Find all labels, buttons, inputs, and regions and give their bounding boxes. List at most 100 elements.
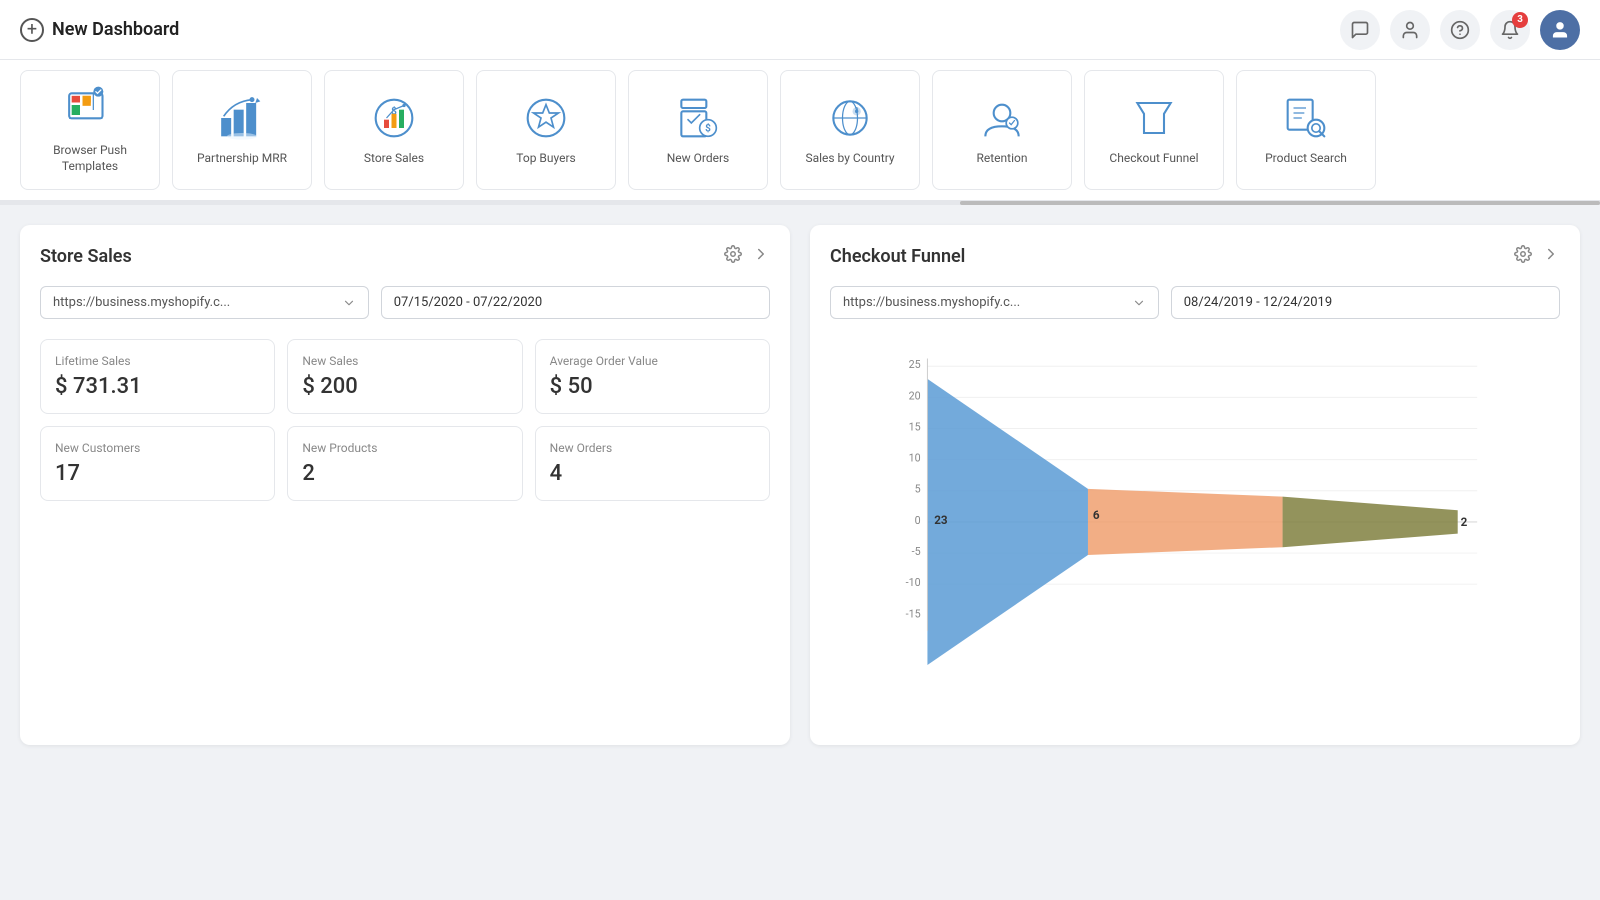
widget-sales-by-country[interactable]: Sales by Country bbox=[780, 70, 920, 190]
chevron-down-icon bbox=[342, 296, 356, 310]
widget-product-search[interactable]: Product Search bbox=[1236, 70, 1376, 190]
stat-new-customers-value: 17 bbox=[55, 461, 260, 486]
header: + New Dashboard 3 bbox=[0, 0, 1600, 60]
store-sales-header: Store Sales bbox=[40, 245, 770, 268]
store-sales-header-right bbox=[724, 245, 770, 268]
checkout-funnel-store-url: https://business.myshopify.c... bbox=[843, 295, 1020, 310]
store-sales-store-url: https://business.myshopify.c... bbox=[53, 295, 230, 310]
stat-lifetime-sales-value: $ 731.31 bbox=[55, 374, 260, 399]
chevron-right-icon bbox=[752, 245, 770, 263]
checkout-funnel-header: Checkout Funnel bbox=[830, 245, 1560, 268]
checkout-funnel-icon bbox=[1129, 93, 1179, 143]
chat-icon bbox=[1350, 20, 1370, 40]
widget-store-sales[interactable]: $ Store Sales bbox=[324, 70, 464, 190]
widget-top-buyers-label: Top Buyers bbox=[516, 151, 575, 167]
avatar-button[interactable] bbox=[1540, 10, 1580, 50]
svg-text:25: 25 bbox=[909, 358, 921, 371]
svg-text:0: 0 bbox=[915, 514, 921, 527]
page-title: New Dashboard bbox=[52, 19, 179, 40]
checkout-funnel-store-select[interactable]: https://business.myshopify.c... bbox=[830, 286, 1159, 319]
partnership-mrr-icon bbox=[217, 93, 267, 143]
stat-new-sales-label: New Sales bbox=[302, 354, 507, 368]
retention-icon bbox=[977, 93, 1027, 143]
user-button[interactable] bbox=[1390, 10, 1430, 50]
svg-text:-10: -10 bbox=[906, 576, 921, 589]
widget-new-orders-label: New Orders bbox=[667, 151, 730, 167]
stat-new-products: New Products 2 bbox=[287, 426, 522, 501]
chevron-right-icon bbox=[1542, 245, 1560, 263]
widget-retention-label: Retention bbox=[977, 151, 1028, 167]
help-icon bbox=[1450, 20, 1470, 40]
checkout-funnel-chart: 25 20 15 10 5 0 -5 -10 -15 bbox=[830, 339, 1560, 699]
svg-text:20: 20 bbox=[909, 389, 921, 402]
stat-new-orders-value: 4 bbox=[550, 461, 755, 486]
gear-icon bbox=[724, 245, 742, 263]
store-sales-panel: Store Sales https://business.myshopify.c… bbox=[20, 225, 790, 745]
widget-partnership-mrr-label: Partnership MRR bbox=[197, 151, 287, 167]
chevron-down-icon bbox=[1132, 296, 1146, 310]
avatar-icon bbox=[1550, 20, 1570, 40]
widget-browser-push-label: Browser Push Templates bbox=[33, 143, 147, 174]
widget-retention[interactable]: Retention bbox=[932, 70, 1072, 190]
svg-text:15: 15 bbox=[909, 420, 921, 433]
checkout-funnel-title: Checkout Funnel bbox=[830, 246, 965, 267]
widget-sales-by-country-label: Sales by Country bbox=[805, 151, 894, 167]
header-right: 3 bbox=[1340, 10, 1580, 50]
svg-text:-15: -15 bbox=[906, 607, 921, 620]
checkout-funnel-header-right bbox=[1514, 245, 1560, 268]
checkout-funnel-settings-button[interactable] bbox=[1514, 245, 1532, 268]
stat-new-sales-value: $ 200 bbox=[302, 374, 507, 399]
widget-bar: Browser Push Templates Partnership MRR $ bbox=[0, 60, 1600, 201]
store-sales-controls: https://business.myshopify.c... 07/15/20… bbox=[40, 286, 770, 319]
product-search-icon bbox=[1281, 93, 1331, 143]
user-icon bbox=[1400, 20, 1420, 40]
store-sales-store-select[interactable]: https://business.myshopify.c... bbox=[40, 286, 369, 319]
svg-text:$: $ bbox=[705, 122, 711, 135]
stat-avg-order-label: Average Order Value bbox=[550, 354, 755, 368]
main-content: Store Sales https://business.myshopify.c… bbox=[0, 205, 1600, 765]
widget-bar-inner: Browser Push Templates Partnership MRR $ bbox=[20, 70, 1580, 200]
svg-text:-5: -5 bbox=[912, 545, 921, 558]
header-left: + New Dashboard bbox=[20, 18, 1340, 42]
notification-badge: 3 bbox=[1512, 12, 1528, 28]
store-sales-icon: $ bbox=[369, 93, 419, 143]
stat-new-customers: New Customers 17 bbox=[40, 426, 275, 501]
gear-icon bbox=[1514, 245, 1532, 263]
browser-push-icon bbox=[65, 85, 115, 135]
top-buyers-icon bbox=[521, 93, 571, 143]
stat-new-orders: New Orders 4 bbox=[535, 426, 770, 501]
help-button[interactable] bbox=[1440, 10, 1480, 50]
new-orders-icon: $ bbox=[673, 93, 723, 143]
stat-avg-order-value: Average Order Value $ 50 bbox=[535, 339, 770, 414]
chat-button[interactable] bbox=[1340, 10, 1380, 50]
widget-new-orders[interactable]: $ New Orders bbox=[628, 70, 768, 190]
widget-store-sales-label: Store Sales bbox=[364, 151, 424, 167]
stat-lifetime-sales-label: Lifetime Sales bbox=[55, 354, 260, 368]
checkout-funnel-expand-button[interactable] bbox=[1542, 245, 1560, 268]
funnel-chart-svg: 25 20 15 10 5 0 -5 -10 -15 bbox=[830, 339, 1560, 699]
widget-top-buyers[interactable]: Top Buyers bbox=[476, 70, 616, 190]
store-sales-title: Store Sales bbox=[40, 246, 132, 267]
checkout-funnel-date-range[interactable]: 08/24/2019 - 12/24/2019 bbox=[1171, 286, 1560, 319]
stat-avg-order-value: $ 50 bbox=[550, 374, 755, 399]
checkout-funnel-controls: https://business.myshopify.c... 08/24/20… bbox=[830, 286, 1560, 319]
widget-product-search-label: Product Search bbox=[1265, 151, 1347, 167]
stat-lifetime-sales: Lifetime Sales $ 731.31 bbox=[40, 339, 275, 414]
widget-checkout-funnel-label: Checkout Funnel bbox=[1109, 151, 1198, 167]
stat-new-customers-label: New Customers bbox=[55, 441, 260, 455]
widget-browser-push[interactable]: Browser Push Templates bbox=[20, 70, 160, 190]
stat-new-products-value: 2 bbox=[302, 461, 507, 486]
widget-checkout-funnel[interactable]: Checkout Funnel bbox=[1084, 70, 1224, 190]
svg-text:10: 10 bbox=[909, 452, 921, 465]
store-sales-date-range[interactable]: 07/15/2020 - 07/22/2020 bbox=[381, 286, 770, 319]
store-sales-settings-button[interactable] bbox=[724, 245, 742, 268]
stat-new-products-label: New Products bbox=[302, 441, 507, 455]
widget-partnership-mrr[interactable]: Partnership MRR bbox=[172, 70, 312, 190]
store-sales-stats: Lifetime Sales $ 731.31 New Sales $ 200 … bbox=[40, 339, 770, 501]
add-dashboard-button[interactable]: + bbox=[20, 18, 44, 42]
store-sales-expand-button[interactable] bbox=[752, 245, 770, 268]
svg-text:2: 2 bbox=[1461, 515, 1468, 529]
svg-text:5: 5 bbox=[915, 483, 921, 496]
svg-text:6: 6 bbox=[1093, 508, 1100, 522]
notifications-button[interactable]: 3 bbox=[1490, 10, 1530, 50]
